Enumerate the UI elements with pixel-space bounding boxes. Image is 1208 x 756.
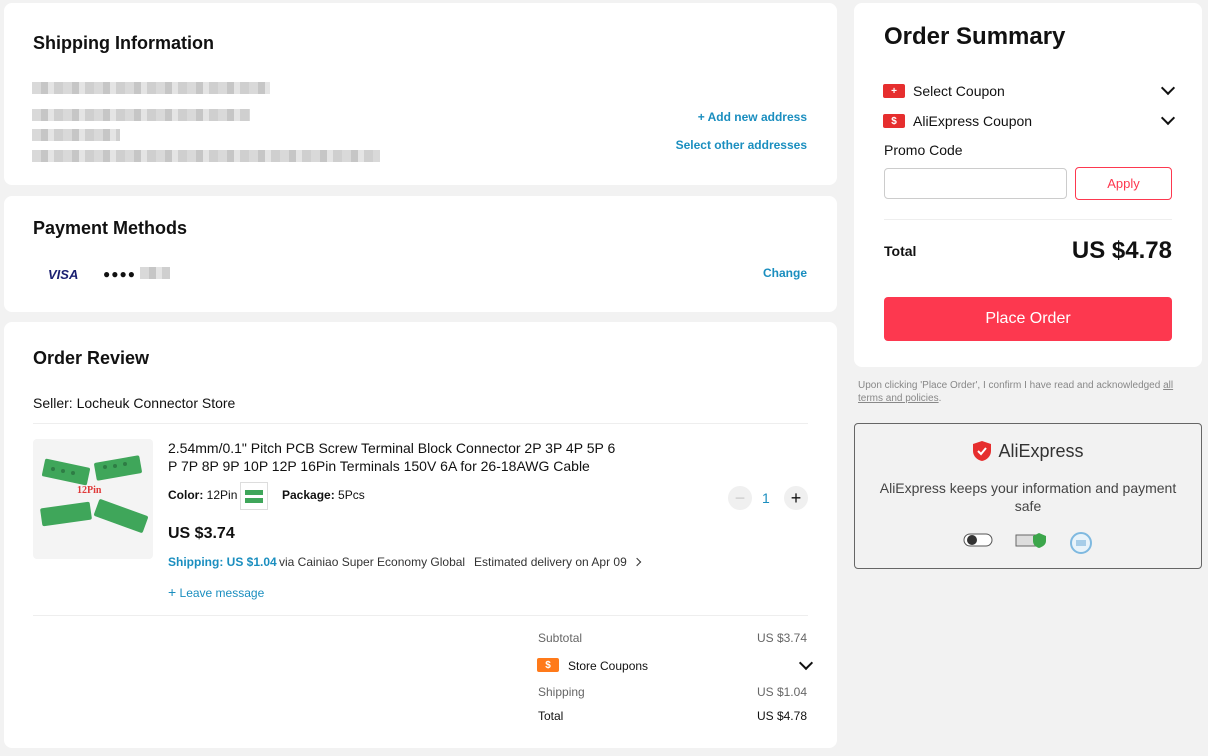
package-value: 5Pcs xyxy=(338,488,365,502)
divider xyxy=(33,615,808,616)
shipping-method[interactable]: via Cainiao Super Economy Global xyxy=(279,555,465,569)
terminal-thumb-icon xyxy=(245,490,263,503)
store-coupons-chevron-icon[interactable] xyxy=(798,655,814,671)
address-line-region xyxy=(32,150,380,162)
terms-text: Upon clicking 'Place Order', I confirm I… xyxy=(858,380,1164,391)
delivery-date: Apr 09 xyxy=(591,555,627,569)
shipping-title: Shipping Information xyxy=(33,33,214,53)
terms-end: . xyxy=(938,393,942,404)
promo-code-label: Promo Code xyxy=(884,142,963,158)
privacy-seal-icon xyxy=(1070,532,1092,554)
store-coupon-icon: $ xyxy=(537,658,559,672)
product-title-line2[interactable]: P 7P 8P 9P 10P 12P 16Pin Terminals 150V … xyxy=(168,458,590,474)
shipping-summary-value: US $1.04 xyxy=(756,685,807,699)
divider xyxy=(884,219,1172,220)
select-coupon-label[interactable]: Select Coupon xyxy=(913,83,1005,99)
change-payment-link[interactable]: Change xyxy=(763,266,807,280)
terms-disclaimer: Upon clicking 'Place Order', I confirm I… xyxy=(858,379,1200,405)
select-other-addresses-link[interactable]: Select other addresses xyxy=(676,138,807,152)
payment-card: Payment Methods VISA ●●●● Change xyxy=(4,196,837,312)
plus-icon: + xyxy=(168,584,177,600)
add-address-link[interactable]: + Add new address xyxy=(698,110,807,124)
shield-icon xyxy=(973,441,992,461)
quantity-increase-button[interactable]: + xyxy=(784,486,808,510)
delivery-estimate[interactable]: Estimated delivery on Apr 09 xyxy=(474,555,642,569)
color-thumbnail xyxy=(240,482,268,510)
aliexpress-coupon-chevron-icon[interactable] xyxy=(1160,110,1176,126)
security-toggle-icon xyxy=(963,533,993,547)
aliexpress-coupon-label[interactable]: AliExpress Coupon xyxy=(913,113,1032,129)
payment-title: Payment Methods xyxy=(33,218,188,238)
card-number-mask: ●●●● xyxy=(103,267,136,281)
order-review-title: Order Review xyxy=(33,348,150,368)
select-coupon-chevron-icon[interactable] xyxy=(1160,80,1176,96)
address-line-city xyxy=(32,129,120,141)
order-summary-card: Order Summary + Select Coupon $ AliExpre… xyxy=(854,3,1202,367)
aliexpress-logo: AliExpress xyxy=(855,440,1201,462)
store-total-value: US $4.78 xyxy=(756,709,807,723)
visa-icon: VISA xyxy=(48,267,79,282)
card-last-digits xyxy=(140,267,170,279)
subtotal-value: US $3.74 xyxy=(756,631,807,645)
shipping-price: Shipping: US $1.04 xyxy=(168,555,277,569)
store-total-label: Total xyxy=(538,709,564,723)
subtotal-label: Subtotal xyxy=(538,631,583,645)
verified-card-icon xyxy=(1015,533,1046,548)
delivery-label: Estimated delivery on xyxy=(474,555,589,569)
security-badges xyxy=(855,531,1201,555)
color-spec: Color: 12Pin xyxy=(168,488,237,502)
place-order-button[interactable]: Place Order xyxy=(884,297,1172,341)
package-spec: Package: 5Pcs xyxy=(282,488,365,502)
trust-message: AliExpress keeps your information and pa… xyxy=(879,480,1177,514)
store-coupons-label[interactable]: Store Coupons xyxy=(568,659,648,673)
order-review-card: Order Review Seller: Locheuk Connector S… xyxy=(4,322,837,748)
aliexpress-brand-text: AliExpress xyxy=(998,440,1084,461)
coupon-icon: + xyxy=(883,84,905,98)
product-image-label: 12Pin xyxy=(77,485,102,496)
promo-code-input[interactable] xyxy=(884,168,1067,199)
shipping-summary-label: Shipping xyxy=(538,685,585,699)
terminal-block-image xyxy=(40,455,148,533)
product-title-line1[interactable]: 2.54mm/0.1" Pitch PCB Screw Terminal Blo… xyxy=(168,440,615,456)
quantity-decrease-button[interactable]: − xyxy=(728,486,752,510)
quantity-value[interactable]: 1 xyxy=(762,490,770,506)
seller-name[interactable]: Seller: Locheuk Connector Store xyxy=(33,395,235,411)
total-label: Total xyxy=(884,243,917,259)
product-price: US $3.74 xyxy=(168,525,235,542)
leave-message-label: Leave message xyxy=(179,586,265,600)
total-value: US $4.78 xyxy=(1071,237,1172,264)
order-summary-title: Order Summary xyxy=(884,23,1066,50)
address-line-name xyxy=(32,82,270,94)
package-label: Package: xyxy=(282,488,335,502)
address-line-street xyxy=(32,109,250,121)
divider xyxy=(33,423,808,424)
color-value: 12Pin xyxy=(206,488,238,502)
apply-button[interactable]: Apply xyxy=(1075,167,1172,200)
shipping-card: Shipping Information + Add new address S… xyxy=(4,3,837,185)
aliexpress-coupon-icon: $ xyxy=(883,114,905,128)
color-label: Color: xyxy=(168,488,204,502)
trust-card: AliExpress AliExpress keeps your informa… xyxy=(854,423,1202,569)
product-image[interactable]: 12Pin xyxy=(33,439,153,559)
chevron-right-icon xyxy=(632,557,642,567)
leave-message-link[interactable]: + Leave message xyxy=(168,584,264,600)
